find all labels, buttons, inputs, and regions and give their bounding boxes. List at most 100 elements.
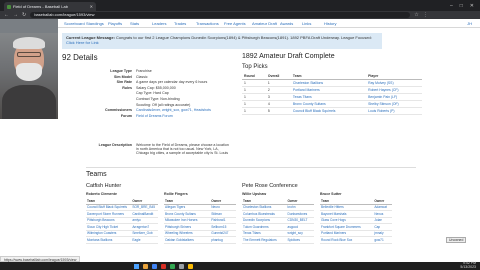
site-nav-item[interactable]: Playoffs (108, 21, 130, 26)
draft-player[interactable]: Robert Haynes (CF) (366, 86, 422, 94)
division-name: Roberto Clemente (86, 192, 117, 196)
maximize-icon[interactable]: □ (460, 3, 463, 9)
draft-round: 1 (242, 79, 266, 87)
table-row: 1 2 Portland Mariners Robert Haynes (CF) (242, 86, 422, 94)
banner-link[interactable]: Click Here for Link (66, 40, 99, 45)
owner-link[interactable]: Eagle (131, 236, 158, 244)
draft-team[interactable]: Bronx County Sultans (290, 100, 367, 108)
draft-player[interactable]: Ray Mulvey (SS) (366, 79, 422, 87)
details-value: Franchise (136, 69, 152, 73)
file-explorer-icon[interactable] (143, 263, 148, 269)
table-row: 1 1 Charleston Stallions Ray Mulvey (SS) (242, 79, 422, 87)
site-nav-item[interactable]: Amateur Draft (252, 21, 280, 26)
draft-round: 1 (242, 100, 266, 108)
minimize-icon[interactable]: – (450, 3, 453, 9)
draft-overall: 2 (265, 86, 291, 94)
clock-date: 5/13/2023 (460, 265, 476, 269)
team-link[interactable]: Round Rock Blue Sox (320, 236, 374, 244)
team-link[interactable]: The Emmett Regulators (242, 236, 287, 244)
app-icon[interactable] (179, 263, 184, 269)
details-title: 92 Details (62, 53, 98, 62)
draft-round: 1 (242, 86, 266, 94)
forward-icon[interactable]: → (13, 12, 18, 18)
app-icon[interactable] (161, 263, 166, 269)
draft-overall: 4 (265, 100, 291, 108)
webcam-overlay (0, 19, 58, 119)
site-nav-item[interactable]: Trades (174, 21, 196, 26)
reload-icon[interactable]: ↻ (22, 12, 26, 18)
conference-left: Catfish Hunter (86, 183, 122, 189)
description-label: League Description (98, 143, 132, 147)
details-value[interactable]: Field of Dreams Forum (136, 114, 236, 118)
tab-title: Field of Dreams - Baseball Lab (13, 4, 68, 9)
owner-link[interactable]: gow71 (373, 236, 392, 244)
division-name: Willie Upshaw (242, 192, 267, 196)
site-nav-item[interactable]: History (324, 21, 346, 26)
league-description: Welcome to the Field of Dreams, please c… (136, 143, 229, 156)
presenter-glasses (17, 52, 41, 57)
draft-round: 1 (242, 107, 266, 115)
presenter-hair (13, 37, 45, 49)
app-icon[interactable] (170, 263, 175, 269)
draft-team[interactable]: Charleston Stallions (290, 79, 367, 87)
owner-link[interactable]: phantug (210, 236, 236, 244)
conference-right: Pete Rose Conference (242, 183, 298, 189)
draft-subtitle: Top Picks (242, 64, 268, 70)
site-nav-item[interactable]: Free Agents (224, 21, 252, 26)
browser-tab[interactable]: Field of Dreams - Baseball Lab ✕ (4, 2, 96, 11)
draft-player[interactable]: Benjamin Pain (LF) (366, 93, 422, 101)
site-nav-item[interactable]: Links (302, 21, 324, 26)
table-row: Oaktan Goldstalkers phantug (164, 236, 236, 244)
background-shelf (0, 19, 58, 33)
draft-team[interactable]: Texas Titans (290, 93, 367, 101)
table-row: Montana Stallions Eagle (86, 236, 158, 244)
star-icon[interactable]: ☆ (414, 12, 418, 18)
details-value: Scouting: Off (all ratings accurate) (136, 102, 191, 107)
address-bar: ← → ↻ baseballab.com/league/1593/view ☆ … (0, 11, 480, 19)
site-nav-item[interactable]: Standings (86, 21, 108, 26)
taskbar-apps (143, 263, 193, 269)
details-value: Cap Type: Hard Cap (136, 91, 169, 96)
owner-link[interactable]: Spidtoes (286, 236, 314, 244)
taskbar-clock: 9:42 PM 5/13/2023 (460, 262, 476, 269)
chrome-icon[interactable] (152, 263, 157, 269)
team-link[interactable]: Oaktan Goldstalkers (164, 236, 211, 244)
table-row: 1 4 Bronx County Sultans Shelby Stinson (OF… (242, 100, 422, 108)
draft-title: 1892 Amateur Draft Complete (242, 53, 335, 60)
url-input[interactable]: baseballab.com/league/1593/view (30, 12, 411, 18)
draft-team[interactable]: Council Bluff Black Squirrels (290, 107, 367, 115)
draft-overall: 5 (265, 107, 291, 115)
presenter-shirt (2, 85, 56, 119)
draft-overall: 3 (265, 93, 291, 101)
site-nav-item[interactable]: Transactions (196, 21, 224, 26)
league-message-banner: Current League Message: Congrats to our … (62, 33, 382, 49)
division-table: Team Owner Charleston Stallions krohn Columb… (242, 199, 314, 244)
team-link[interactable]: Montana Stallions (86, 236, 132, 244)
site-nav-item[interactable]: Scoreboard (64, 21, 86, 26)
draft-player[interactable]: Louis Roberts (P) (366, 107, 422, 115)
details-value: A game days per calendar day every 6 hou… (136, 80, 208, 85)
table-row: 1 5 Council Bluff Black Squirrels Louis Rob… (242, 107, 422, 115)
close-icon[interactable]: ✕ (90, 4, 93, 9)
site-nav-item[interactable]: Awards (280, 21, 302, 26)
division-table: Team Owner Allegan Tigers Neuro Bronx County… (164, 199, 236, 244)
user-menu[interactable]: JH (467, 21, 472, 26)
table-row: 1 3 Texas Titans Benjamin Pain (LF) (242, 93, 422, 101)
draft-team[interactable]: Portland Mariners (290, 86, 367, 94)
division-name: Rollie Fingers (164, 192, 188, 196)
presenter-beard (16, 63, 42, 81)
banner-text: Congrats to our first 2 League Champions… (116, 35, 372, 40)
details-value[interactable]: Cardinals4ever, wright_sox, gow71, Heads… (136, 108, 236, 112)
menu-icon[interactable]: ⋮ (423, 12, 428, 18)
details-label: Sim Model (114, 74, 132, 79)
draft-player[interactable]: Shelby Stinson (OF) (366, 100, 422, 108)
site-nav-item[interactable]: Stats (130, 21, 152, 26)
draft-table: Round Overall Team Player 1 1 Charleston Stal… (242, 74, 422, 115)
windows-start-icon[interactable] (134, 263, 139, 269)
back-icon[interactable]: ← (4, 12, 9, 18)
window-close-icon[interactable]: ✕ (470, 3, 474, 9)
site-nav-item[interactable]: Leaders (152, 21, 174, 26)
details-value: Classic (136, 74, 148, 79)
site-favicon-icon (7, 4, 11, 9)
app-icon[interactable] (188, 263, 193, 269)
